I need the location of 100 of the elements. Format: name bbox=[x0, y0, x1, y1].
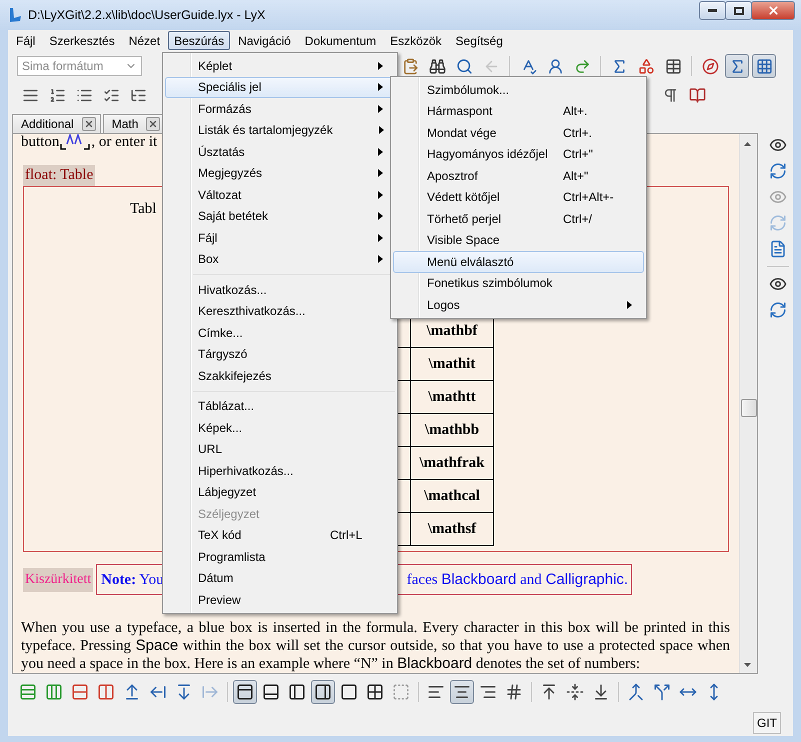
menu-item[interactable]: Táblázat... bbox=[165, 396, 395, 417]
checklist-icon bbox=[102, 87, 120, 104]
table-cell: \mathit bbox=[410, 348, 494, 380]
scroll-down-icon[interactable] bbox=[744, 663, 751, 667]
compass-icon bbox=[702, 58, 718, 74]
menu-item[interactable]: Címke... bbox=[165, 322, 395, 344]
menu-item[interactable]: Fonetikus szimbólumok bbox=[393, 272, 644, 294]
maximize-button[interactable] bbox=[725, 1, 752, 20]
menu-bar-item[interactable]: Dokumentum bbox=[298, 31, 382, 50]
float-label: float: Table bbox=[23, 165, 96, 186]
menu-item[interactable]: Dátum bbox=[165, 568, 395, 589]
body-text: , or enter it bbox=[91, 134, 158, 151]
toolbar-button[interactable] bbox=[450, 680, 474, 704]
minimize-icon bbox=[708, 9, 717, 12]
columns-icon bbox=[45, 683, 63, 701]
grid-icon bbox=[366, 683, 384, 701]
menu-bar-item[interactable]: Szerkesztés bbox=[43, 31, 121, 50]
menu-item[interactable]: TeX kód Ctrl+L bbox=[165, 524, 395, 546]
close-icon bbox=[766, 4, 780, 17]
menu-item[interactable]: Preview bbox=[165, 589, 395, 610]
table-cell: \mathfrak bbox=[410, 446, 494, 480]
fold-vertical-icon bbox=[566, 683, 584, 701]
branch-label: Kiszürkitett bbox=[23, 568, 94, 592]
align-center-icon bbox=[453, 683, 471, 701]
table-cell: \mathcal bbox=[410, 480, 494, 512]
menu-bar-item[interactable]: Nézet bbox=[122, 31, 166, 50]
panel-left-icon bbox=[288, 683, 306, 701]
menu-item[interactable]: Lábjegyzet bbox=[165, 482, 395, 503]
table-cell: \mathbb bbox=[410, 414, 494, 446]
menu-item[interactable]: Menü elválasztó bbox=[393, 251, 644, 272]
shapes-icon bbox=[638, 58, 654, 74]
menu-bar-item[interactable]: Beszúrás bbox=[168, 31, 230, 50]
grid-icon bbox=[756, 58, 772, 74]
panel-bottom-icon bbox=[262, 683, 280, 701]
arrow-left-icon bbox=[149, 683, 167, 701]
menu-item[interactable]: Hagyományos idézőjel Ctrl+" bbox=[393, 144, 644, 165]
menu-item[interactable]: URL bbox=[165, 438, 395, 460]
scroll-up-icon[interactable] bbox=[744, 142, 751, 146]
menu-bar-item[interactable]: Segítség bbox=[450, 31, 509, 50]
close-tab-button[interactable] bbox=[146, 117, 160, 131]
document-icon bbox=[768, 240, 786, 258]
table-cell: \mathtt bbox=[410, 380, 494, 414]
eye-icon bbox=[768, 188, 786, 206]
list-tree-icon bbox=[130, 87, 146, 104]
scrollbar[interactable] bbox=[739, 134, 757, 673]
search-icon bbox=[456, 58, 472, 74]
menu-item[interactable]: Védett kötőjel Ctrl+Alt+- bbox=[393, 186, 644, 208]
minimize-button[interactable] bbox=[699, 1, 726, 20]
table-cell: \mathsf bbox=[410, 512, 494, 546]
numbered-list-icon bbox=[48, 87, 66, 104]
menu-item[interactable]: Törhető perjel Ctrl+/ bbox=[393, 208, 644, 230]
refresh-icon bbox=[768, 162, 786, 180]
toolbar-button[interactable] bbox=[311, 680, 335, 704]
menu-item[interactable]: Hármaspont Alt+. bbox=[393, 100, 644, 122]
menu-item[interactable]: Logos bbox=[393, 294, 644, 316]
dashed-square-icon bbox=[392, 683, 410, 701]
menu-item[interactable]: Képlet bbox=[165, 55, 395, 76]
close-icon bbox=[148, 119, 158, 129]
document-tab[interactable]: Additional bbox=[12, 114, 101, 133]
align-left-icon bbox=[427, 683, 445, 701]
menu-item[interactable]: Képek... bbox=[165, 417, 395, 438]
scrollbar-thumb[interactable] bbox=[741, 399, 757, 417]
maximize-icon bbox=[734, 6, 744, 14]
menu-item[interactable]: Hiperhivatkozás... bbox=[165, 460, 395, 482]
menu-bar-item[interactable]: Navigáció bbox=[232, 31, 297, 50]
redo-arrow-icon bbox=[574, 58, 590, 74]
toolbar-button[interactable] bbox=[233, 680, 257, 704]
close-tab-button[interactable] bbox=[82, 117, 96, 131]
rows-icon bbox=[71, 683, 89, 701]
menu-item[interactable]: Tárgyszó bbox=[165, 344, 395, 365]
bulleted-list-icon bbox=[76, 87, 92, 104]
body-text: button bbox=[21, 134, 60, 151]
menu-item[interactable]: Szimbólumok... bbox=[393, 79, 644, 100]
person-icon bbox=[546, 58, 564, 74]
split-icon bbox=[653, 683, 671, 701]
menu-bar-item[interactable]: Eszközök bbox=[384, 31, 448, 50]
merge-icon bbox=[627, 683, 645, 701]
app-logo-icon bbox=[8, 7, 22, 23]
clipboard-icon bbox=[402, 58, 418, 74]
panel-top-icon bbox=[236, 683, 254, 701]
rows-icon bbox=[19, 683, 37, 701]
book-icon bbox=[688, 87, 706, 104]
menu-item[interactable]: Aposztrof Alt+" bbox=[393, 165, 644, 186]
body-paragraph: When you use a typeface, a blue box is inserted in the formula. Every character in this box will be printed in this typeface. Pressing Space within the box will set the cursor outside, so that you have to use a protected space when you need a space in the box. Here is an example where “N” in Blackboard denotes the set of numbers: bbox=[21, 619, 730, 673]
status-badge: GIT bbox=[753, 712, 781, 734]
close-button[interactable] bbox=[751, 1, 795, 20]
menu-item[interactable]: Programlista bbox=[165, 546, 395, 568]
menu-item[interactable]: Mondat vége Ctrl+. bbox=[393, 122, 644, 144]
menu-item[interactable]: Szakkifejezés bbox=[165, 365, 395, 386]
panel-right-icon bbox=[314, 683, 332, 701]
arrow-up-to-line-icon bbox=[540, 683, 558, 701]
math-button-icon bbox=[60, 134, 90, 152]
menu-bar-item[interactable]: Fájl bbox=[10, 31, 42, 50]
menu-item[interactable]: Visible Space bbox=[393, 230, 644, 251]
align-right-icon bbox=[479, 683, 497, 701]
columns-icon bbox=[97, 683, 115, 701]
align-justify-icon bbox=[22, 87, 38, 104]
eye-icon bbox=[768, 275, 786, 293]
arrow-down-to-line-icon bbox=[592, 683, 610, 701]
hash-icon bbox=[505, 683, 523, 701]
